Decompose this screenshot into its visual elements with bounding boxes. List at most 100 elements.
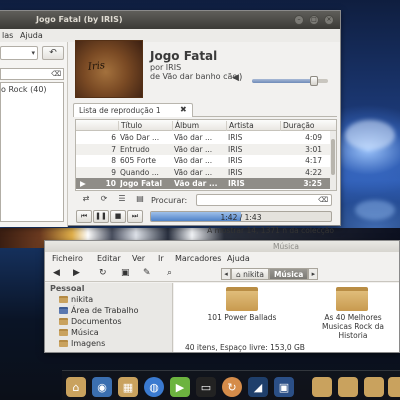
maximize-button[interactable]: □ — [309, 15, 319, 25]
search-label: Procurar: — [151, 196, 188, 205]
stop-button[interactable]: ■ — [110, 210, 126, 223]
sidebar-item[interactable]: o Rock (40) — [1, 85, 47, 94]
image-viewer-icon[interactable]: ▦ — [118, 377, 138, 397]
table-row[interactable]: 7 Entrudo Vão dar ... IRIS 3:01 — [76, 143, 336, 155]
media-player-icon[interactable]: ▶ — [170, 377, 190, 397]
cell-duration: 4:22 — [305, 167, 322, 177]
transport-controls: ⏮ ❚❚ ■ ⏭ — [76, 210, 144, 223]
forward-icon[interactable]: ▶ — [73, 268, 80, 278]
menu-view[interactable]: Ver — [132, 254, 145, 263]
source-sidebar: ▾ ↶ ⌫ o Rock (40) — [0, 42, 68, 227]
search-icon[interactable]: ⌕ — [167, 268, 172, 278]
close-button[interactable]: × — [324, 15, 334, 25]
scrollbar-thumb[interactable] — [331, 139, 335, 175]
column-title[interactable]: Título — [118, 121, 172, 131]
menu-file[interactable]: Ficheiro — [52, 254, 83, 263]
menu-edit[interactable]: Editar — [97, 254, 121, 263]
folder-icon[interactable] — [364, 377, 384, 397]
sidebar-item-label: Música — [71, 328, 99, 337]
search-input[interactable]: ⌫ — [196, 194, 332, 206]
folder-icon[interactable] — [226, 287, 258, 311]
menu-item[interactable]: las — [2, 31, 13, 40]
folder-icon[interactable] — [338, 377, 358, 397]
cell-artist: IRIS — [228, 144, 243, 154]
folder-icon[interactable] — [336, 287, 368, 311]
rhythmbox-window: Jogo Fatal (by IRIS) – □ × las Ajuda ▾ ↶… — [0, 10, 341, 235]
menu-help[interactable]: Ajuda — [20, 31, 43, 40]
source-combo[interactable]: ▾ — [0, 46, 38, 60]
folder-label[interactable]: As 40 Melhores Musicas Rock da Historia — [310, 313, 396, 340]
folder-icon[interactable] — [388, 377, 400, 397]
folder-label[interactable]: 101 Power Ballads — [196, 313, 288, 322]
close-tab-icon[interactable]: ✖ — [180, 105, 187, 114]
back-icon[interactable]: ◀ — [53, 268, 60, 278]
folder-icon[interactable] — [312, 377, 332, 397]
table-row[interactable]: 6 Vão Dar ... Vão dar ... IRIS 4:09 — [76, 132, 336, 143]
sidebar-item-desktop[interactable]: Área de Trabalho — [59, 306, 139, 315]
column-duration[interactable]: Duração — [280, 121, 332, 131]
clear-icon[interactable]: ⌫ — [51, 70, 61, 78]
previous-button[interactable]: ⏮ — [76, 210, 92, 223]
sidebar-item-label: Documentos — [71, 317, 122, 326]
sidebar-list: o Rock (40) — [0, 82, 64, 222]
rhythmbox-titlebar[interactable]: Jogo Fatal (by IRIS) – □ × — [0, 11, 340, 29]
file-manager-titlebar[interactable]: Música — [45, 241, 399, 252]
globe-icon[interactable]: ◍ — [144, 377, 164, 397]
volume-handle[interactable] — [310, 76, 319, 86]
sidebar-item-music[interactable]: Música — [59, 328, 99, 337]
cell-title: 605 Forte — [120, 156, 156, 166]
track-artist: por IRIS — [150, 63, 182, 72]
edit-icon[interactable]: ✎ — [143, 268, 151, 278]
cell-num: 9 — [111, 167, 116, 177]
home-folder-icon[interactable]: ⌂ — [66, 377, 86, 397]
menu-help[interactable]: Ajuda — [227, 254, 250, 263]
next-button[interactable]: ⏭ — [127, 210, 143, 223]
cell-title: Quando ... — [120, 167, 159, 177]
clear-icon[interactable]: ⌫ — [318, 196, 328, 204]
column-number[interactable] — [76, 121, 118, 131]
sidebar-item-label: nikita — [71, 295, 94, 304]
breadcrumb-right-icon[interactable]: ▸ — [308, 268, 319, 280]
volume-fill — [252, 79, 315, 83]
status-text: 40 itens, Espaço livre: 153,0 GB — [185, 343, 305, 352]
cell-album: Vão dar ... — [174, 179, 218, 189]
sidebar-item-home[interactable]: nikita — [59, 295, 93, 304]
previous-icon: ⏮ — [80, 212, 88, 220]
sidebar-item-pictures[interactable]: Imagens — [59, 339, 105, 348]
breadcrumb-home[interactable]: ⌂ nikita — [231, 268, 269, 280]
computer-icon[interactable]: ▣ — [121, 268, 130, 278]
update-icon[interactable]: ↻ — [222, 377, 242, 397]
playlist-tabs: Lista de reprodução 1 ✖ — [73, 103, 337, 117]
minimize-button[interactable]: – — [294, 15, 304, 25]
reload-icon[interactable]: ↻ — [99, 268, 107, 278]
eye-icon[interactable]: ◉ — [92, 377, 112, 397]
table-row[interactable]: 8 605 Forte Vão dar ... IRIS 4:17 — [76, 155, 336, 166]
breadcrumb-left-icon[interactable]: ◂ — [221, 268, 231, 280]
cell-album: Vão dar ... — [174, 133, 213, 142]
terminal-icon[interactable]: ▭ — [196, 377, 216, 397]
system-monitor-icon[interactable]: ◢ — [248, 377, 268, 397]
column-artist[interactable]: Artista — [226, 121, 280, 131]
table-scrollbar[interactable] — [330, 131, 336, 190]
sidebar-item-documents[interactable]: Documentos — [59, 317, 122, 326]
sidebar-search-input[interactable]: ⌫ — [0, 68, 64, 80]
menu-bookmarks[interactable]: Marcadores — [175, 254, 221, 263]
tab-playlist[interactable]: Lista de reprodução 1 ✖ — [73, 103, 193, 117]
playlist-icon[interactable]: ▤ — [132, 194, 148, 206]
computer-icon[interactable]: ▣ — [274, 377, 294, 397]
table-row[interactable]: 9 Quando ... Vão dar ... IRIS 4:22 — [76, 166, 336, 178]
progress-bar[interactable]: 1:42 / 1:43 — [150, 211, 332, 222]
pause-button[interactable]: ❚❚ — [93, 210, 109, 223]
volume-slider[interactable] — [252, 76, 328, 86]
menu-go[interactable]: Ir — [158, 254, 164, 263]
repeat-icon[interactable]: ⟳ — [96, 194, 112, 206]
list-view-icon[interactable]: ☰ — [114, 194, 130, 206]
music-folder-icon — [59, 329, 68, 336]
tab-label: Lista de reprodução 1 — [79, 106, 161, 115]
album-cover: Iris — [75, 40, 143, 98]
table-row[interactable]: ▶ 10 Jogo Fatal Vão dar ... IRIS 3:25 — [76, 178, 336, 190]
breadcrumb-current[interactable]: Música — [268, 268, 309, 280]
column-album[interactable]: Álbum — [172, 121, 226, 131]
refresh-button[interactable]: ↶ — [42, 46, 64, 60]
shuffle-icon[interactable]: ⇄ — [78, 194, 94, 206]
